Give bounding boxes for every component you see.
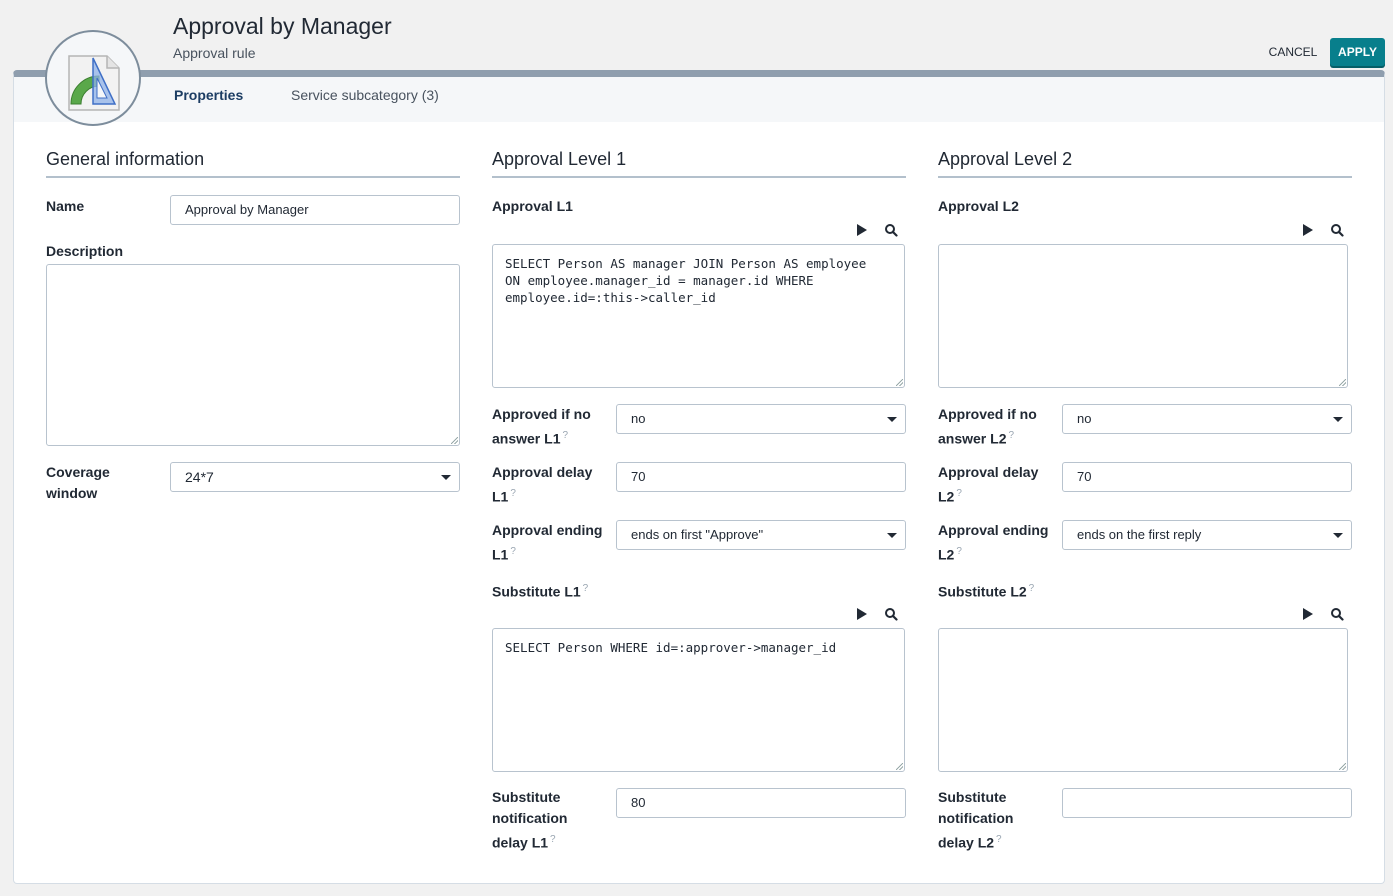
substitute-l2-label: Substitute L2? [938,578,1034,603]
coverage-label-line1: Coverage [46,464,110,480]
approved-if-no-answer-l1-label: Approved if no answer L1? [492,404,591,450]
coverage-window-label: Coverage window [46,462,110,504]
label-line: Approval ending [492,522,603,538]
search-icon[interactable] [1330,607,1344,621]
approval-l1-query-textarea[interactable]: SELECT Person AS manager JOIN Person AS … [492,244,905,388]
tab-service-subcategory[interactable]: Service subcategory (3) [291,87,439,103]
search-icon[interactable] [884,223,898,237]
section-general-information: General information [46,149,460,178]
object-icon-frame [45,30,141,126]
help-icon[interactable]: ? [550,834,556,845]
help-icon[interactable]: ? [1029,583,1035,594]
help-icon[interactable]: ? [510,546,516,557]
substitute-notification-delay-l1-input[interactable]: 80 [616,788,906,818]
approval-ending-l1-select[interactable]: ends on first "Approve" [616,520,906,550]
select-value: ends on the first reply [1077,527,1202,542]
label-line: Approved if no [492,406,591,422]
approval-delay-l1-label: Approval delay L1? [492,462,592,508]
label-line: Substitute L2 [938,583,1027,600]
approval-ending-l2-label: Approval ending L2? [938,520,1048,566]
label-line: L2 [938,546,955,563]
description-label: Description [46,243,124,259]
label-line: Substitute [492,789,561,805]
coverage-label-line2: window [46,485,98,501]
substitute-notification-delay-l2-input[interactable] [1062,788,1352,818]
help-icon[interactable]: ? [956,488,962,499]
substitute-l1-resize-handle[interactable] [896,763,903,770]
select-value: ends on first "Approve" [631,527,764,542]
substitute-l2-query-textarea[interactable] [938,628,1348,772]
label-line: delay L1 [492,834,549,851]
section-approval-level-2: Approval Level 2 [938,149,1352,178]
tab-properties[interactable]: Properties [174,87,243,103]
label-line: Substitute [938,789,1007,805]
approval-l1-label: Approval L1 [492,198,573,214]
label-line: notification [492,810,568,826]
name-label: Name [46,198,85,214]
approved-if-no-answer-l2-label: Approved if no answer L2? [938,404,1037,450]
label-line: Substitute L1 [492,583,581,600]
substitute-notification-delay-l1-label: Substitute notification delay L1? [492,787,567,854]
run-query-icon[interactable] [855,223,869,237]
search-icon[interactable] [1330,223,1344,237]
approval-l2-resize-handle[interactable] [1339,379,1346,386]
section-approval-level-1: Approval Level 1 [492,149,906,178]
page-title: Approval by Manager [173,13,392,39]
chevron-down-icon [1333,533,1343,538]
search-icon[interactable] [884,607,898,621]
run-query-icon[interactable] [1301,607,1315,621]
approval-rule-icon [68,55,120,111]
select-value: no [1077,411,1092,426]
substitute-notification-delay-l2-label: Substitute notification delay L2? [938,787,1013,854]
help-icon[interactable]: ? [562,430,568,441]
help-icon[interactable]: ? [510,488,516,499]
substitute-l2-resize-handle[interactable] [1339,763,1346,770]
select-value: no [631,411,646,426]
label-line: L2 [938,488,955,505]
coverage-window-select[interactable]: 24*7 [170,462,460,492]
coverage-window-value: 24*7 [185,469,214,485]
approval-l2-query-textarea[interactable] [938,244,1348,388]
label-line: delay L2 [938,834,995,851]
label-line: answer L2 [938,430,1007,447]
approval-l1-resize-handle[interactable] [896,379,903,386]
approval-ending-l2-select[interactable]: ends on the first reply [1062,520,1352,550]
description-textarea[interactable] [46,264,460,446]
cancel-button[interactable]: CANCEL [1262,40,1324,64]
label-line: Approval delay [492,464,593,480]
chevron-down-icon [441,475,451,480]
label-line: Approved if no [938,406,1037,422]
approval-delay-l1-input[interactable]: 70 [616,462,906,492]
approval-delay-l2-input[interactable]: 70 [1062,462,1352,492]
label-line: L1 [492,488,509,505]
chevron-down-icon [887,533,897,538]
label-line: Approval delay [938,464,1039,480]
label-line: L1 [492,546,509,563]
approval-l2-label: Approval L2 [938,198,1019,214]
description-resize-handle[interactable] [451,437,458,444]
approval-ending-l1-label: Approval ending L1? [492,520,602,566]
approved-if-no-answer-l1-select[interactable]: no [616,404,906,434]
approved-if-no-answer-l2-select[interactable]: no [1062,404,1352,434]
label-line: notification [938,810,1014,826]
substitute-l1-label: Substitute L1? [492,578,588,603]
help-icon[interactable]: ? [583,583,589,594]
page-subtitle: Approval rule [173,45,256,61]
chevron-down-icon [1333,417,1343,422]
name-input[interactable]: Approval by Manager [170,195,460,225]
label-line: answer L1 [492,430,561,447]
help-icon[interactable]: ? [956,546,962,557]
approval-delay-l2-label: Approval delay L2? [938,462,1038,508]
apply-button[interactable]: APPLY [1330,38,1385,66]
run-query-icon[interactable] [855,607,869,621]
run-query-icon[interactable] [1301,223,1315,237]
substitute-l1-query-textarea[interactable]: SELECT Person WHERE id=:approver->manage… [492,628,905,772]
tab-bar: Properties Service subcategory (3) [14,77,1384,122]
chevron-down-icon [887,417,897,422]
help-icon[interactable]: ? [1008,430,1014,441]
label-line: Approval ending [938,522,1049,538]
help-icon[interactable]: ? [996,834,1002,845]
